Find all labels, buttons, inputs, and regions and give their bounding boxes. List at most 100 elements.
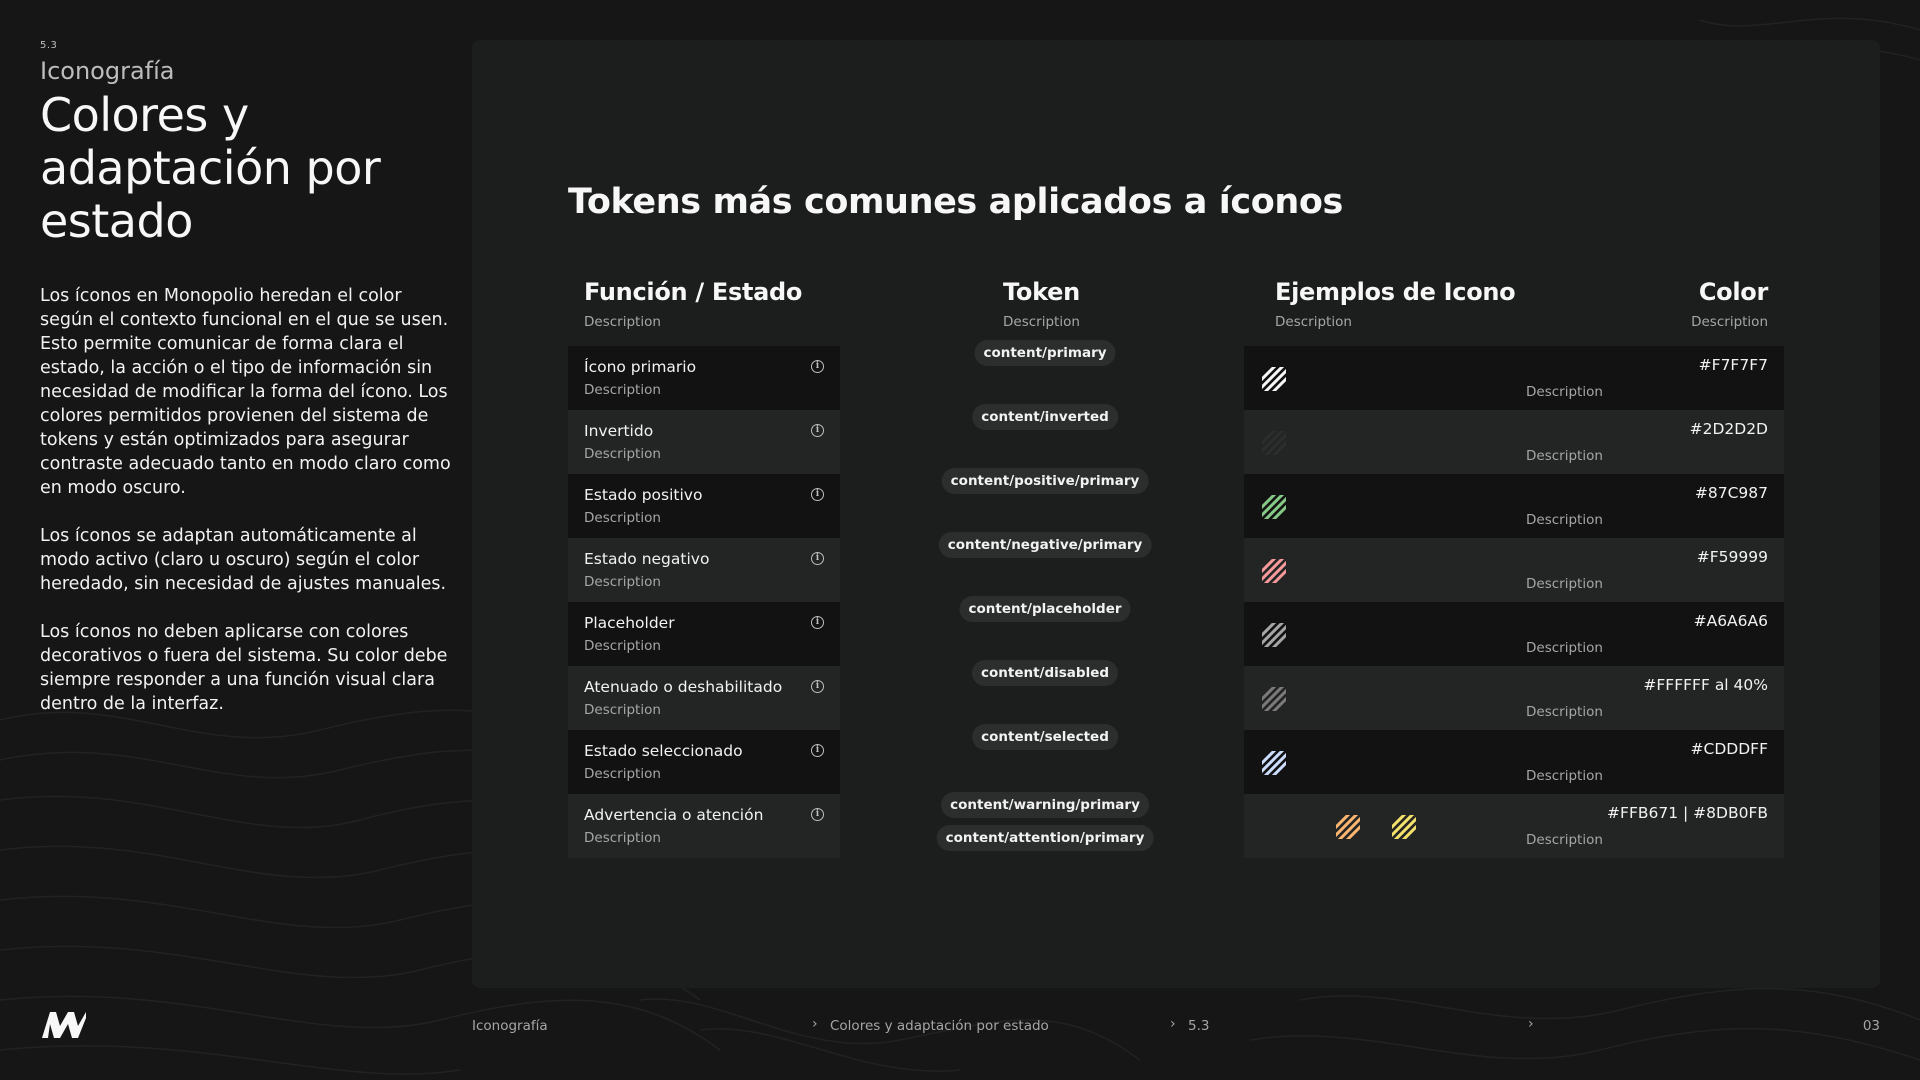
- example-cell: Description #2D2D2D: [1244, 410, 1784, 474]
- table-row: Estado positivo Description i content/posit…: [568, 468, 1784, 538]
- token-pill: content/warning/primary: [941, 792, 1149, 818]
- function-cell: Estado negativo Description i: [568, 538, 840, 602]
- paragraph-2: Los íconos se adaptan automáticamente al…: [40, 526, 447, 594]
- hatch-icon: [1262, 431, 1286, 455]
- table-row: Estado seleccionado Description i content/s…: [568, 724, 1784, 794]
- function-desc: Description: [584, 766, 661, 782]
- function-cell: Estado positivo Description i: [568, 474, 840, 538]
- function-cell: Atenuado o deshabilitado Description i: [568, 666, 840, 730]
- column-desc: Description: [1691, 314, 1768, 330]
- column-desc: Description: [584, 314, 661, 330]
- function-desc: Description: [584, 382, 661, 398]
- color-value: #CDDDFF: [1690, 740, 1768, 758]
- hatch-icon: [1262, 367, 1286, 391]
- function-cell: Advertencia o atención Description i: [568, 794, 840, 858]
- token-pill: content/positive/primary: [941, 468, 1149, 494]
- hatch-icon: [1392, 815, 1416, 839]
- table-row: Advertencia o atención Description i conten…: [568, 792, 1784, 858]
- chevron-right-icon: ›: [1528, 1016, 1534, 1032]
- function-desc: Description: [584, 446, 661, 462]
- function-desc: Description: [584, 574, 661, 590]
- page-title: Colores y adaptación por estado: [40, 88, 381, 248]
- table-rows: Ícono primario Description i content/primar…: [568, 340, 1784, 858]
- color-value: #2D2D2D: [1689, 420, 1768, 438]
- table-row: Ícono primario Description i content/primar…: [568, 340, 1784, 410]
- chevron-right-icon: ›: [1170, 1016, 1176, 1032]
- token-pill: content/negative/primary: [938, 532, 1152, 558]
- info-icon[interactable]: i: [811, 744, 824, 757]
- intro-text: Los íconos en Monopolio heredan el color…: [40, 284, 455, 716]
- table-row: Atenuado o deshabilitado Description i cont…: [568, 660, 1784, 730]
- column-header-examples: Ejemplos de Icono Description: [1275, 278, 1516, 330]
- example-desc: Description: [1526, 512, 1603, 528]
- color-value: #87C987: [1694, 484, 1768, 502]
- page-number: 03: [1862, 1018, 1880, 1034]
- column-label: Color: [1698, 278, 1768, 306]
- token-pill: content/selected: [972, 724, 1118, 750]
- info-icon[interactable]: i: [811, 616, 824, 629]
- column-label: Función / Estado: [584, 278, 803, 306]
- function-label: Advertencia o atención: [584, 806, 764, 824]
- column-header-function: Función / Estado Description: [584, 278, 802, 330]
- function-desc: Description: [584, 638, 661, 654]
- function-label: Estado seleccionado: [584, 742, 743, 760]
- example-desc: Description: [1526, 768, 1603, 784]
- token-pill: content/placeholder: [959, 596, 1131, 622]
- token-pill: content/primary: [974, 340, 1116, 366]
- example-cell: Description #F7F7F7: [1244, 346, 1784, 410]
- table-row: Placeholder Description i content/placehold…: [568, 596, 1784, 666]
- function-label: Invertido: [584, 422, 654, 440]
- paragraph-3: Los íconos no deben aplicarse con colore…: [40, 622, 448, 714]
- example-cell: Description #F59999: [1244, 538, 1784, 602]
- section-name: Iconografía: [40, 57, 175, 85]
- function-label: Estado positivo: [584, 486, 703, 504]
- color-value: #FFB671 | #8DB0FB: [1607, 804, 1768, 822]
- function-cell: Placeholder Description i: [568, 602, 840, 666]
- function-desc: Description: [584, 702, 661, 718]
- intro-column: 5.3 Iconografía Colores y adaptación por…: [40, 40, 451, 740]
- example-desc: Description: [1526, 704, 1603, 720]
- hatch-icon: [1262, 623, 1286, 647]
- token-pill: content/attention/primary: [936, 825, 1154, 851]
- column-desc: Description: [1275, 314, 1352, 330]
- example-desc: Description: [1526, 448, 1603, 464]
- hatch-icon: [1336, 815, 1360, 839]
- function-label: Placeholder: [584, 614, 675, 632]
- function-desc: Description: [584, 510, 661, 526]
- example-desc: Description: [1526, 576, 1603, 592]
- example-desc: Description: [1526, 640, 1603, 656]
- info-icon[interactable]: i: [811, 424, 824, 437]
- info-icon[interactable]: i: [811, 488, 824, 501]
- breadcrumb-number[interactable]: 5.3: [1188, 1018, 1209, 1034]
- table-row: Estado negativo Description i content/negat…: [568, 532, 1784, 602]
- info-icon[interactable]: i: [811, 808, 824, 821]
- hatch-icon: [1262, 751, 1286, 775]
- column-label: Ejemplos de Icono: [1275, 278, 1516, 306]
- function-cell: Estado seleccionado Description i: [568, 730, 840, 794]
- breadcrumb-page[interactable]: Colores y adaptación por estado: [830, 1018, 1049, 1034]
- column-desc: Description: [1003, 314, 1080, 330]
- example-cell: Description #CDDDFF: [1244, 730, 1784, 794]
- function-label: Atenuado o deshabilitado: [584, 678, 783, 696]
- example-cell: Description #87C987: [1244, 474, 1784, 538]
- function-cell: Ícono primario Description i: [568, 346, 840, 410]
- tokens-panel: Tokens más comunes aplicados a íconos Fu…: [472, 40, 1880, 988]
- function-label: Estado negativo: [584, 550, 710, 568]
- info-icon[interactable]: i: [811, 552, 824, 565]
- column-header-token: Token Description: [1003, 278, 1080, 330]
- panel-title: Tokens más comunes aplicados a íconos: [568, 182, 1343, 222]
- info-icon[interactable]: i: [811, 360, 824, 373]
- hatch-icon: [1262, 495, 1286, 519]
- chevron-right-icon: ›: [812, 1016, 818, 1032]
- hatch-icon: [1262, 559, 1286, 583]
- table-row: Invertido Description i content/inverted Des…: [568, 404, 1784, 474]
- token-pill: content/inverted: [972, 404, 1118, 430]
- example-desc: Description: [1526, 832, 1603, 848]
- info-icon[interactable]: i: [811, 680, 824, 693]
- paragraph-1: Los íconos en Monopolio heredan el color…: [40, 286, 451, 498]
- column-header-color: Color Description: [1691, 278, 1768, 330]
- column-label: Token: [1003, 278, 1080, 306]
- breadcrumb-section[interactable]: Iconografía: [472, 1018, 548, 1034]
- token-pill: content/disabled: [971, 660, 1119, 686]
- hatch-icon: [1262, 687, 1286, 711]
